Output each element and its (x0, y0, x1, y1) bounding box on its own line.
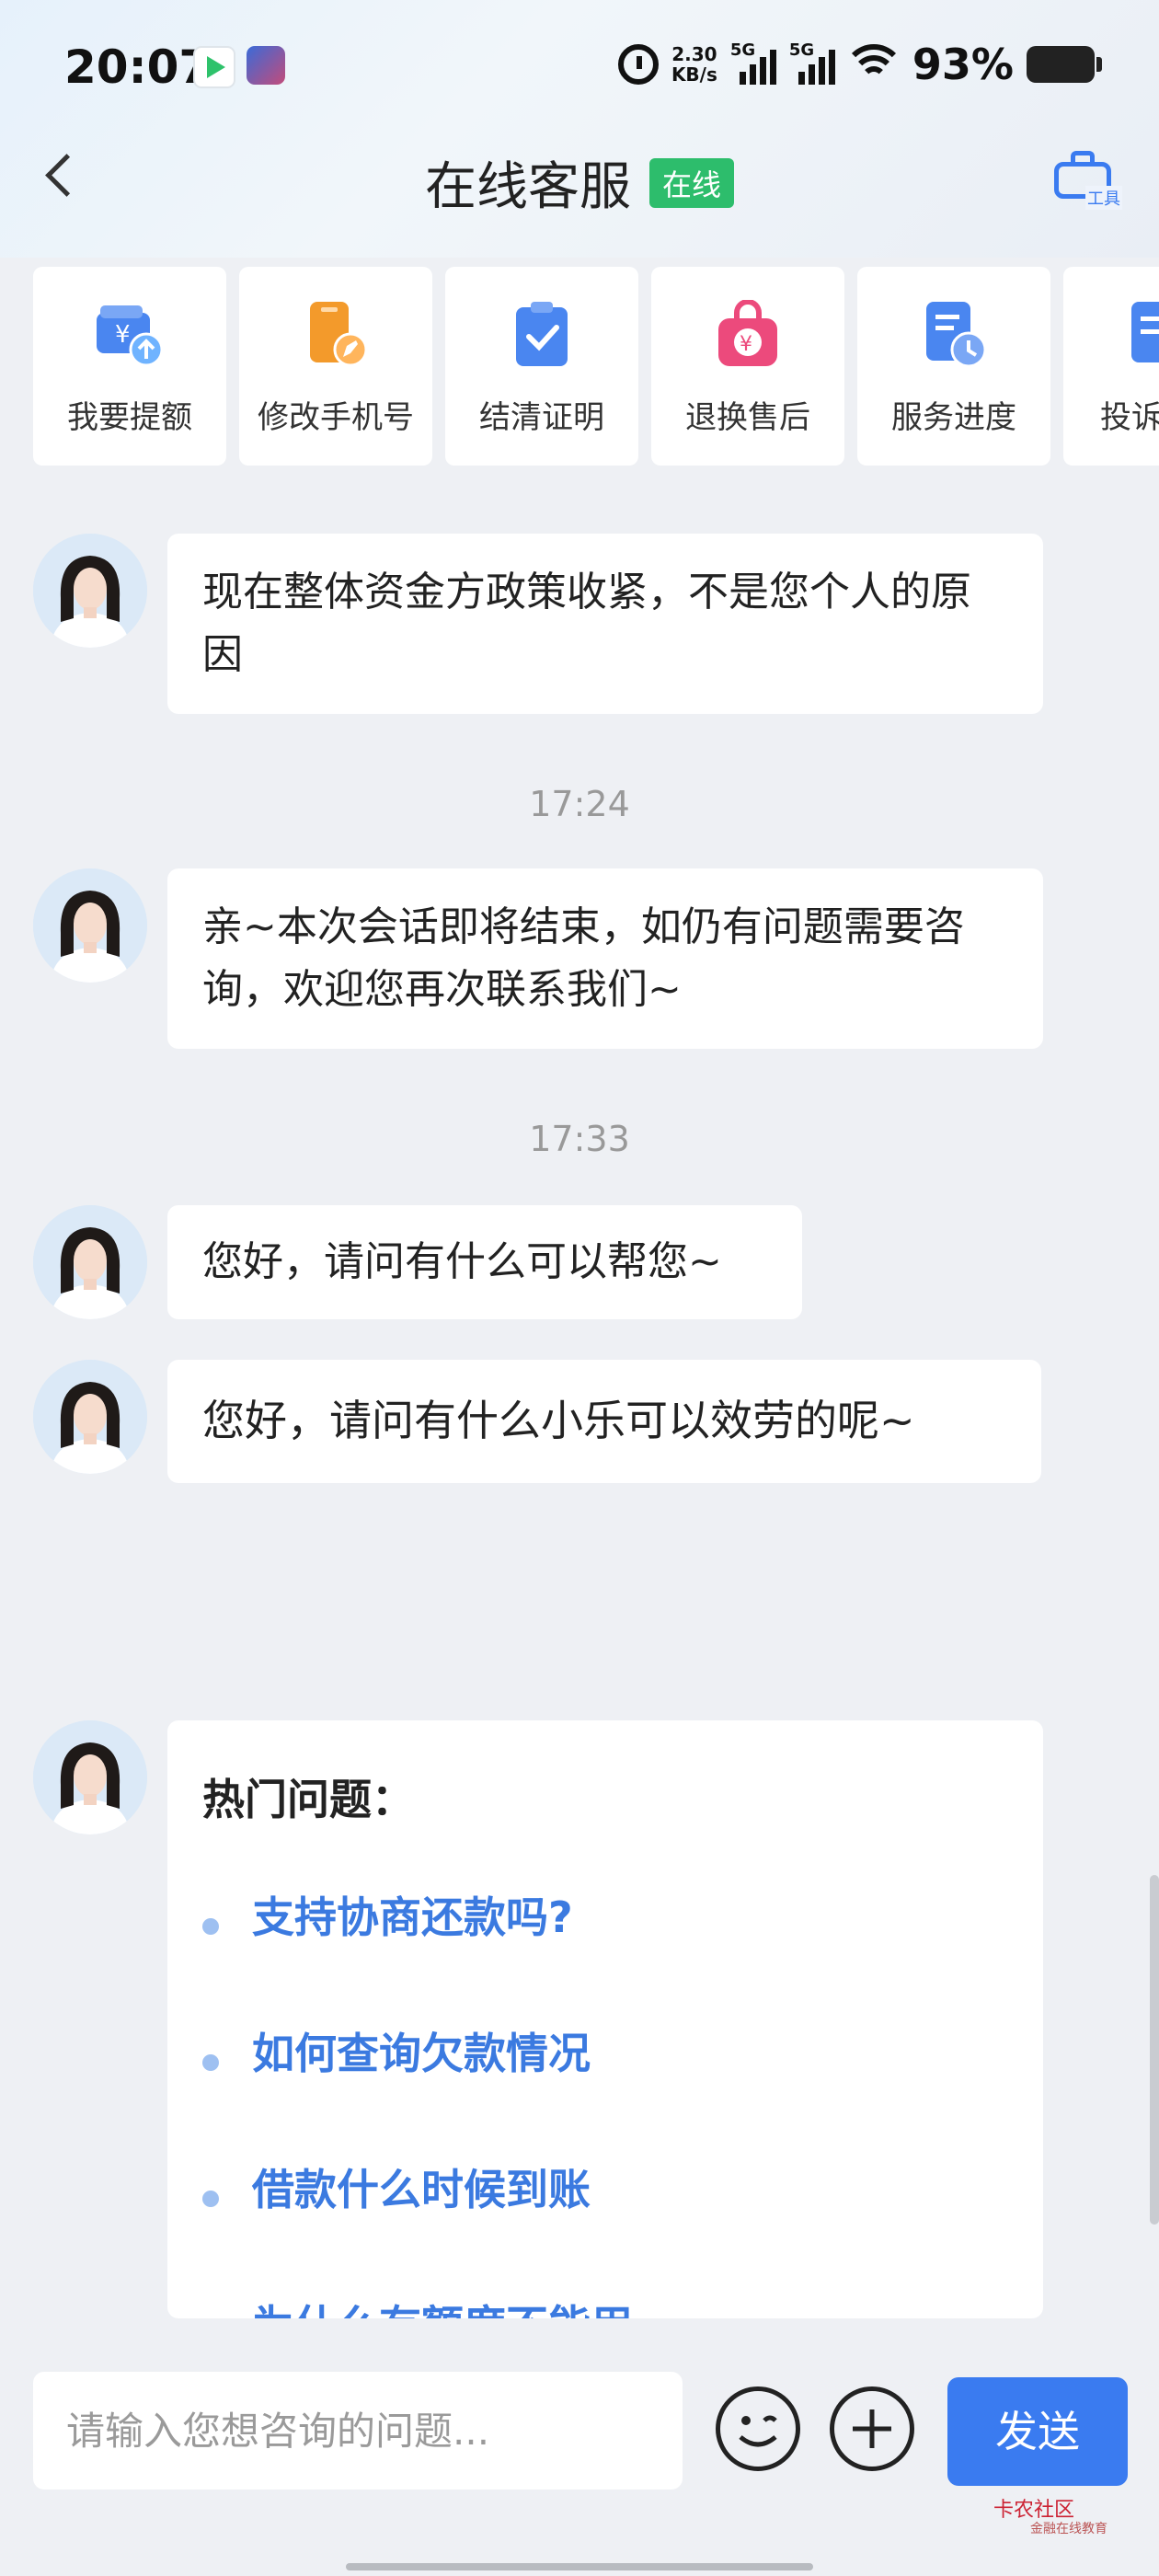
hot-questions-card: 热门问题： 支持协商还款吗? 如何查询欠款情况 借款什么时候到账 为什么有额度不… (167, 1720, 1043, 2318)
shortcut-change-phone[interactable]: 修改手机号 (239, 267, 432, 466)
wallet-upload-icon: ¥ (97, 305, 164, 367)
add-attachment-button[interactable] (830, 2386, 914, 2471)
bullet-icon (202, 2054, 219, 2071)
timestamp: 17:24 (529, 784, 630, 824)
shortcut-complaint[interactable]: 投诉 (1063, 267, 1159, 466)
bullet-icon (202, 1918, 219, 1935)
hot-question-link[interactable]: 借款什么时候到账 (252, 2158, 591, 2221)
network-speed-value: 2.30 (671, 43, 717, 65)
hot-question-link[interactable]: 为什么有额度不能用 (252, 2294, 633, 2318)
signal-icon-2: 5G (789, 40, 835, 85)
shortcut-label: 结清证明 (479, 399, 604, 436)
chat-scrollbar[interactable] (1150, 1875, 1159, 2225)
shortcut-label: 我要提额 (67, 399, 192, 436)
signal-icon: 5G (730, 40, 776, 85)
send-button[interactable]: 发送 (947, 2377, 1128, 2486)
hot-question-link[interactable]: 支持协商还款吗? (252, 1886, 573, 1949)
battery-icon (1027, 46, 1102, 83)
signal-label-2: 5G (788, 40, 815, 60)
toolbox-label: 工具 (1085, 186, 1122, 210)
video-app-icon (193, 46, 235, 88)
page-title-text: 在线客服 (424, 157, 631, 217)
message-input[interactable] (33, 2372, 683, 2490)
agent-avatar (33, 534, 147, 648)
agent-message: 您好，请问有什么小乐可以效劳的呢~ (167, 1360, 1041, 1483)
bag-yuan-icon: ¥ (718, 300, 777, 366)
home-indicator[interactable] (346, 2563, 813, 2570)
status-time: 20:07 (64, 40, 212, 94)
shortcut-settlement-proof[interactable]: 结清证明 (445, 267, 638, 466)
wifi-icon (847, 44, 900, 85)
signal-label: 5G (729, 40, 756, 60)
timestamp: 17:33 (529, 1119, 630, 1159)
agent-message: 亲~本次会话即将结束，如仍有问题需要咨询，欢迎您再次联系我们~ (167, 868, 1043, 1049)
online-status-badge: 在线 (648, 157, 734, 208)
document-icon (1131, 302, 1159, 362)
svg-text:¥: ¥ (115, 321, 131, 349)
agent-avatar (33, 868, 147, 983)
shortcut-label: 服务进度 (891, 399, 1016, 436)
bullet-icon (202, 2191, 219, 2207)
svg-text:¥: ¥ (740, 333, 752, 356)
shortcut-bar[interactable]: ¥ 我要提额 修改手机号 结清证明 ¥ 退换售后 服务进度 投诉 (33, 267, 1159, 466)
plus-icon (853, 2409, 891, 2448)
phone-edit-icon (310, 302, 368, 367)
shortcut-label: 投诉 (1100, 399, 1159, 436)
shortcut-label: 退换售后 (685, 399, 810, 436)
battery-percent: 93% (912, 40, 1014, 89)
network-speed: 2.30 KB/s (671, 44, 717, 85)
watermark-subtext: 金融在线教育 (1030, 2522, 1107, 2536)
network-speed-unit: KB/s (671, 63, 717, 86)
document-clock-icon (926, 302, 987, 368)
hot-question-link[interactable]: 如何查询欠款情况 (252, 2022, 591, 2085)
shortcut-service-progress[interactable]: 服务进度 (857, 267, 1050, 466)
clipboard-check-icon (516, 302, 568, 366)
shortcut-increase-limit[interactable]: ¥ 我要提额 (33, 267, 226, 466)
status-bar: 20:07 2.30 KB/s 5G 5G 93% (0, 0, 1159, 138)
hot-questions-title: 热门问题： (202, 1775, 414, 1824)
shortcut-label: 修改手机号 (258, 399, 414, 436)
agent-avatar (33, 1205, 147, 1319)
page-title: 在线客服 在线 (0, 145, 1159, 220)
wink-emoji-icon (739, 2415, 777, 2447)
shortcut-after-sales[interactable]: ¥ 退换售后 (651, 267, 844, 466)
watermark: 卡农社区 金融在线教育 (993, 2493, 1107, 2537)
game-app-icon (247, 46, 285, 85)
agent-avatar (33, 1360, 147, 1474)
agent-message: 您好，请问有什么可以帮您~ (167, 1205, 802, 1319)
toolbox-button[interactable]: 工具 (1049, 147, 1122, 210)
alarm-icon (617, 44, 659, 85)
status-indicators: 2.30 KB/s 5G 5G 93% (617, 37, 1102, 92)
agent-avatar (33, 1720, 147, 1834)
agent-message: 现在整体资金方政策收紧，不是您个人的原因 (167, 534, 1043, 714)
emoji-button[interactable] (716, 2386, 800, 2471)
